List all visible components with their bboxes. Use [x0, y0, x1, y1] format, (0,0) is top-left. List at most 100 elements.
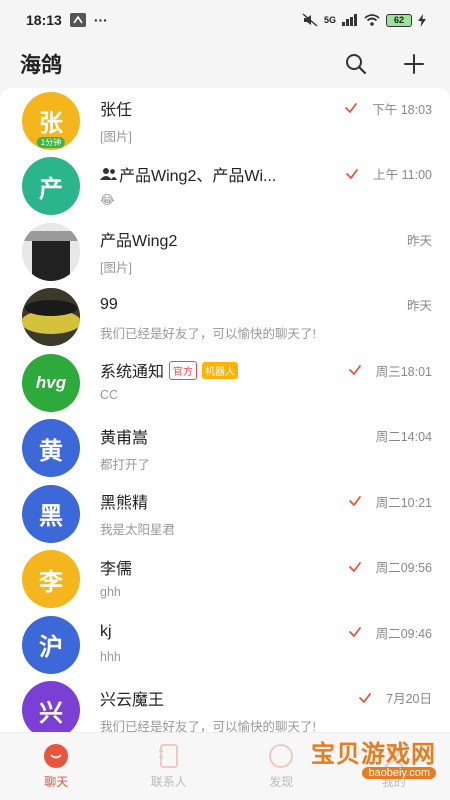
- chat-list-item[interactable]: hvg 系统通知 官方 机器人 CC 周三18:01: [0, 350, 450, 416]
- mute-icon: [302, 13, 318, 27]
- avatar: [22, 288, 80, 347]
- add-button[interactable]: [400, 50, 428, 78]
- avatar-photo: [22, 222, 80, 281]
- avatar: 沪: [22, 615, 80, 674]
- chat-time: 7月20日: [386, 692, 432, 706]
- chat-time: 周二14:04: [375, 430, 432, 444]
- chat-name: 李儒: [100, 560, 133, 578]
- chat-preview: 我们已经是好友了，可以愉快的聊天了!: [100, 719, 316, 733]
- chat-time: 昨天: [406, 299, 432, 313]
- chat-name-row: 99: [100, 293, 432, 317]
- chat-name: 产品Wing2、产品Wi...: [119, 167, 277, 185]
- chat-meta: 周二10:21: [348, 489, 432, 513]
- chat-list-item[interactable]: 张 1分钟 张任 [图片] 下午 18:03: [0, 88, 450, 154]
- chat-body: 99 我们已经是好友了，可以愉快的聊天了!: [100, 293, 432, 342]
- avatar: 李: [22, 550, 80, 609]
- avatar-initial: 产: [39, 175, 63, 203]
- chat-name: 99: [100, 295, 118, 313]
- chat-preview: 都打开了: [100, 457, 151, 472]
- chat-preview: 我们已经是好友了，可以愉快的聊天了!: [100, 326, 316, 341]
- chat-name: 兴云魔王: [100, 691, 165, 709]
- chat-list-item[interactable]: 黑 黑熊精我是太阳星君 周二10:21: [0, 481, 450, 547]
- chat-list-item[interactable]: 黄 黄甫嵩 都打开了 周二14:04: [0, 416, 450, 482]
- plus-icon: [404, 54, 424, 74]
- page-title: 海鸽: [20, 54, 62, 77]
- chat-list-item[interactable]: 李 李儒 ghh 周二09:56: [0, 547, 450, 613]
- contacts-tab-icon: [155, 743, 183, 769]
- avatar-initial: 沪: [39, 634, 63, 662]
- chat-meta: 周二09:56: [348, 555, 432, 579]
- avatar: 兴: [22, 681, 80, 732]
- online-badge: 1分钟: [36, 136, 66, 148]
- avatar-photo: [22, 288, 80, 347]
- chat-meta: 周三18:01: [348, 358, 432, 382]
- search-button[interactable]: [342, 50, 370, 78]
- avatar-initial: 兴: [39, 699, 63, 727]
- status-bar: 18:13 ··· 5G 62: [0, 0, 450, 40]
- avatar-initial: 李: [39, 568, 63, 596]
- status-time: 18:13: [26, 12, 62, 28]
- chat-name-row: 产品Wing2: [100, 227, 432, 251]
- search-icon: [346, 54, 367, 75]
- battery-icon: 62: [386, 13, 412, 27]
- chat-name: 张任: [100, 102, 133, 119]
- network-type: 5G: [323, 15, 336, 25]
- chat-preview: ghh: [100, 584, 121, 599]
- watermark: 宝贝游戏网 baobeiy.com: [311, 734, 436, 779]
- chat-name: kj: [100, 623, 112, 640]
- chat-preview: 我是太阳星君: [100, 523, 176, 537]
- avatar-initial: 黄: [39, 437, 63, 465]
- watermark-title: 宝贝游戏网: [311, 741, 436, 768]
- avatar-initial: 黑: [39, 503, 63, 531]
- chat-time: 周二10:21: [375, 495, 432, 510]
- read-check-icon: [345, 103, 358, 113]
- watermark-url: baobeiy.com: [362, 767, 436, 779]
- discover-tab-icon: [267, 743, 295, 769]
- read-check-icon: [346, 168, 359, 179]
- chat-preview: [图片]: [100, 130, 132, 144]
- avatar-initial: 张: [39, 110, 63, 138]
- app-header: 海鸽: [0, 40, 450, 88]
- avatar: 产: [22, 157, 80, 216]
- avatar-initial: hvg: [35, 372, 67, 392]
- chat-preview: hhh: [100, 650, 121, 664]
- chat-body: 产品Wing2 [图片]: [100, 227, 432, 276]
- robot-tag: 机器人: [202, 361, 239, 379]
- chat-meta: 上午 11:00: [345, 162, 432, 186]
- chat-time: 周二09:46: [375, 626, 432, 641]
- chat-meta: 周二09:46: [348, 620, 432, 644]
- app-notification-icon: [69, 13, 86, 27]
- chat-list-item[interactable]: 99 我们已经是好友了，可以愉快的聊天了! 昨天: [0, 285, 450, 351]
- chat-name: 系统通知: [100, 364, 165, 381]
- chat-preview: 😂: [100, 192, 115, 207]
- tab-discover-label: 发现: [269, 775, 294, 789]
- group-icon: [100, 167, 117, 180]
- chat-list-item[interactable]: 产 产品Wing2、产品Wi... 😂 上午 11:00: [0, 154, 450, 220]
- chat-time: 上午 11:00: [373, 168, 432, 182]
- chat-tab-icon: [42, 743, 70, 769]
- read-check-icon: [348, 561, 361, 572]
- chat-preview: [图片]: [100, 261, 132, 275]
- avatar: 黑: [22, 484, 80, 543]
- read-check-icon: [348, 496, 361, 506]
- tab-chat[interactable]: 聊天: [0, 733, 113, 800]
- chat-list: 张 1分钟 张任 [图片] 下午 18:03 产 产品Wing2、产品Wi... 😂 上午 11…: [0, 88, 450, 732]
- read-check-icon: [348, 627, 361, 637]
- chat-preview: CC: [100, 388, 119, 402]
- official-tag: 官方: [169, 360, 198, 380]
- more-notifications-icon: ···: [93, 12, 108, 28]
- tab-contacts[interactable]: 联系人: [113, 733, 226, 800]
- chat-meta: 昨天: [407, 227, 432, 251]
- chat-time: 周三18:01: [375, 364, 432, 379]
- read-check-icon: [359, 692, 372, 703]
- chat-list-item[interactable]: 产品Wing2 [图片] 昨天: [0, 219, 450, 285]
- chat-name: 产品Wing2: [100, 233, 178, 250]
- chat-list-item[interactable]: 兴 兴云魔王我们已经是好友了，可以愉快的聊天了! 7月20日: [0, 678, 450, 733]
- chat-list-item[interactable]: 沪 kj hhh 周二09:46: [0, 612, 450, 678]
- chat-meta: 下午 18:03: [344, 96, 432, 120]
- chat-name: 黑熊精: [100, 495, 149, 512]
- chat-time: 周二09:56: [375, 561, 432, 575]
- chat-time: 下午 18:03: [372, 102, 432, 117]
- avatar: [22, 222, 80, 281]
- read-check-icon: [348, 365, 361, 375]
